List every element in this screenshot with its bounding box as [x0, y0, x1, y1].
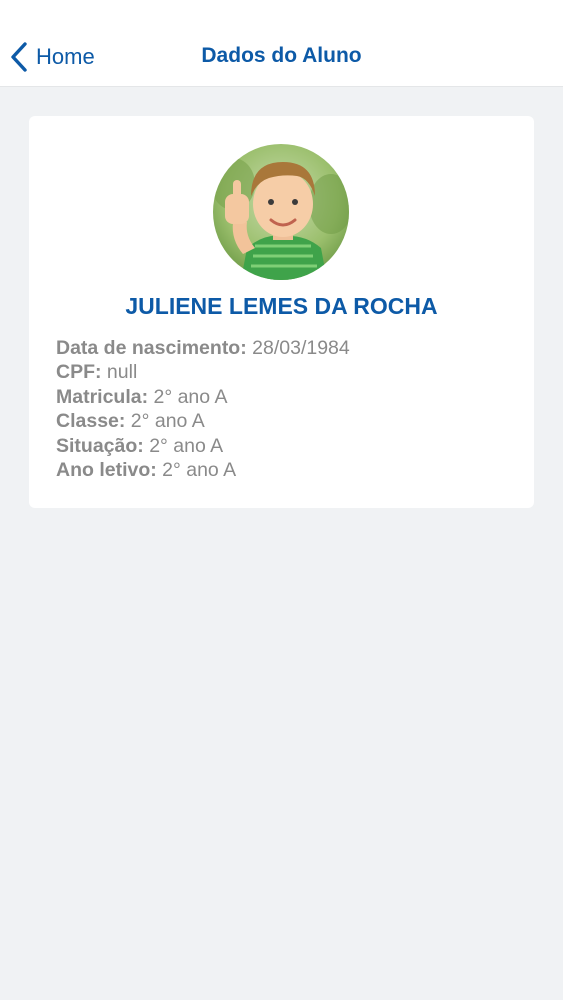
field-classe: Classe: 2° ano A — [56, 409, 350, 433]
avatar — [213, 144, 349, 280]
field-matricula: Matricula: 2° ano A — [56, 385, 350, 409]
navigation-bar: Home Dados do Aluno — [0, 0, 563, 87]
field-ano-letivo: Ano letivo: 2° ano A — [56, 458, 350, 482]
field-label: Matricula: — [56, 385, 149, 408]
field-value: 28/03/1984 — [252, 337, 350, 359]
field-label: Data de nascimento: — [56, 337, 247, 359]
field-cpf: CPF: null — [56, 360, 350, 384]
page-title: Dados do Aluno — [201, 44, 362, 67]
field-label: Ano letivo: — [56, 459, 157, 482]
field-value: 2° ano A — [162, 459, 237, 482]
field-label: CPF: — [56, 361, 102, 384]
field-situacao: Situação: 2° ano A — [56, 434, 350, 458]
student-photo — [213, 144, 349, 280]
field-value: 2° ano A — [153, 385, 228, 408]
student-card: JULIENE LEMES DA ROCHA Data de nasciment… — [29, 116, 534, 508]
field-label: Situação: — [56, 434, 144, 457]
field-value: 2° ano A — [130, 410, 205, 433]
field-value: null — [106, 361, 138, 384]
field-value: 2° ano A — [149, 434, 224, 457]
field-birth-date: Data de nascimento: 28/03/1984 — [56, 336, 350, 360]
student-name: JULIENE LEMES DA ROCHA — [125, 293, 438, 319]
field-label: Classe: — [56, 410, 126, 433]
student-info: Data de nascimento: 28/03/1984 CPF: null… — [56, 336, 350, 482]
